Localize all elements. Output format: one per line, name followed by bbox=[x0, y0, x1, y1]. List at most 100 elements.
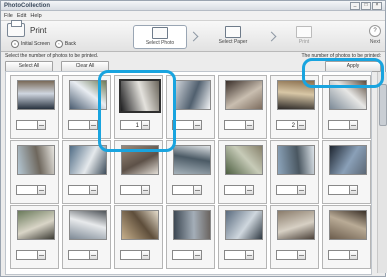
quantity-stepper[interactable] bbox=[172, 250, 202, 260]
quantity-field[interactable] bbox=[276, 250, 298, 260]
photo-cell[interactable] bbox=[10, 140, 59, 204]
quantity-field[interactable] bbox=[224, 185, 246, 195]
quantity-field[interactable] bbox=[120, 185, 142, 195]
photo-cell[interactable] bbox=[218, 205, 267, 269]
quantity-stepper[interactable] bbox=[276, 185, 306, 195]
spin-button[interactable] bbox=[246, 250, 254, 260]
photo-cell[interactable] bbox=[322, 140, 371, 204]
photo-thumbnail[interactable] bbox=[329, 145, 367, 175]
quantity-stepper[interactable] bbox=[276, 250, 306, 260]
photo-cell[interactable] bbox=[270, 205, 319, 269]
photo-thumbnail[interactable] bbox=[17, 210, 55, 240]
spin-button[interactable] bbox=[298, 250, 306, 260]
photo-thumbnail[interactable] bbox=[277, 145, 315, 175]
photo-thumbnail[interactable] bbox=[277, 210, 315, 240]
quantity-field[interactable] bbox=[68, 185, 90, 195]
quantity-stepper[interactable] bbox=[224, 250, 254, 260]
spin-button[interactable] bbox=[194, 250, 202, 260]
quantity-stepper[interactable] bbox=[120, 250, 150, 260]
photo-thumbnail[interactable] bbox=[17, 145, 55, 175]
spin-button[interactable] bbox=[194, 120, 202, 130]
quantity-field[interactable] bbox=[68, 120, 90, 130]
quantity-stepper[interactable] bbox=[224, 185, 254, 195]
quantity-stepper[interactable] bbox=[224, 120, 254, 130]
close-button[interactable]: × bbox=[372, 1, 382, 10]
menu-file[interactable]: File bbox=[4, 13, 13, 19]
spin-button[interactable] bbox=[350, 120, 358, 130]
spin-button[interactable] bbox=[90, 250, 98, 260]
photo-cell[interactable] bbox=[166, 205, 215, 269]
quantity-field[interactable] bbox=[16, 185, 38, 195]
quantity-field[interactable] bbox=[328, 250, 350, 260]
select-all-button[interactable]: Select All bbox=[5, 60, 53, 72]
photo-thumbnail[interactable] bbox=[173, 210, 211, 240]
quantity-stepper[interactable] bbox=[68, 120, 98, 130]
spin-button[interactable] bbox=[246, 185, 254, 195]
quantity-stepper[interactable] bbox=[328, 185, 358, 195]
quantity-field[interactable] bbox=[328, 185, 350, 195]
photo-cell[interactable] bbox=[270, 140, 319, 204]
spin-button[interactable] bbox=[298, 185, 306, 195]
photo-cell[interactable] bbox=[10, 75, 59, 139]
quantity-field[interactable] bbox=[16, 250, 38, 260]
quantity-stepper[interactable] bbox=[328, 250, 358, 260]
maximize-button[interactable]: □ bbox=[361, 1, 371, 10]
quantity-stepper[interactable]: 2 bbox=[276, 120, 306, 130]
minimize-button[interactable]: _ bbox=[350, 1, 360, 10]
spin-button[interactable] bbox=[246, 120, 254, 130]
quantity-stepper[interactable] bbox=[16, 120, 46, 130]
spin-button[interactable] bbox=[38, 250, 46, 260]
quantity-stepper[interactable] bbox=[68, 250, 98, 260]
step-select-photo[interactable]: Select Photo bbox=[133, 25, 187, 49]
quantity-stepper[interactable] bbox=[172, 120, 202, 130]
photo-cell[interactable] bbox=[166, 140, 215, 204]
quantity-field[interactable] bbox=[68, 250, 90, 260]
photo-thumbnail[interactable] bbox=[173, 80, 211, 110]
quantity-field[interactable] bbox=[276, 185, 298, 195]
photo-thumbnail[interactable] bbox=[69, 210, 107, 240]
step-select-paper[interactable]: Select Paper bbox=[203, 25, 263, 47]
spin-button[interactable] bbox=[90, 120, 98, 130]
photo-thumbnail[interactable] bbox=[225, 210, 263, 240]
menu-help[interactable]: Help bbox=[30, 13, 41, 19]
quantity-field[interactable] bbox=[172, 185, 194, 195]
photo-grid-area[interactable]: 12 bbox=[5, 71, 372, 275]
photo-cell[interactable] bbox=[218, 140, 267, 204]
spin-button[interactable] bbox=[350, 185, 358, 195]
photo-cell[interactable] bbox=[62, 205, 111, 269]
vertical-scrollbar[interactable] bbox=[377, 72, 387, 273]
quantity-stepper[interactable] bbox=[16, 185, 46, 195]
spin-button[interactable] bbox=[38, 120, 46, 130]
photo-cell[interactable] bbox=[322, 205, 371, 269]
spin-button[interactable] bbox=[142, 185, 150, 195]
quantity-stepper[interactable] bbox=[68, 185, 98, 195]
photo-thumbnail[interactable] bbox=[121, 210, 159, 240]
spin-button[interactable] bbox=[90, 185, 98, 195]
next-button[interactable]: ? Next bbox=[369, 25, 381, 45]
quantity-stepper[interactable] bbox=[120, 185, 150, 195]
photo-thumbnail[interactable] bbox=[173, 145, 211, 175]
back-button[interactable]: ‹ Back bbox=[54, 40, 76, 48]
quantity-field[interactable] bbox=[16, 120, 38, 130]
quantity-field[interactable] bbox=[120, 250, 142, 260]
photo-cell[interactable] bbox=[218, 75, 267, 139]
quantity-stepper[interactable] bbox=[16, 250, 46, 260]
quantity-field[interactable] bbox=[328, 120, 350, 130]
quantity-field[interactable] bbox=[224, 120, 246, 130]
menu-edit[interactable]: Edit bbox=[17, 13, 26, 19]
quantity-field[interactable]: 2 bbox=[276, 120, 298, 130]
spin-button[interactable] bbox=[38, 185, 46, 195]
photo-thumbnail[interactable] bbox=[329, 210, 367, 240]
photo-cell[interactable] bbox=[10, 205, 59, 269]
quantity-stepper[interactable] bbox=[172, 185, 202, 195]
photo-thumbnail[interactable] bbox=[17, 80, 55, 110]
quantity-stepper[interactable] bbox=[328, 120, 358, 130]
spin-button[interactable] bbox=[142, 250, 150, 260]
spin-button[interactable] bbox=[194, 185, 202, 195]
spin-button[interactable] bbox=[298, 120, 306, 130]
quantity-field[interactable] bbox=[172, 250, 194, 260]
quantity-field[interactable] bbox=[224, 250, 246, 260]
photo-cell[interactable] bbox=[114, 205, 163, 269]
clear-all-button[interactable]: Clear All bbox=[61, 60, 109, 72]
photo-thumbnail[interactable] bbox=[225, 80, 263, 110]
